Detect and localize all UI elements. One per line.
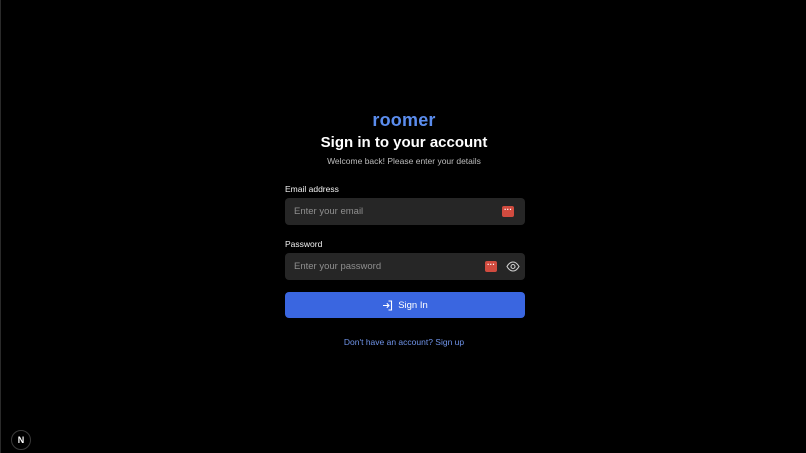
sign-in-page: roomer Sign in to your account Welcome b… (0, 0, 806, 453)
email-label: Email address (285, 184, 339, 194)
email-input[interactable] (285, 198, 475, 225)
eye-icon[interactable] (506, 260, 520, 273)
page-title: Sign in to your account (320, 134, 488, 151)
password-label: Password (285, 239, 323, 249)
login-icon (382, 299, 393, 311)
sign-up-link[interactable]: Don't have an account? Sign up (1, 336, 806, 348)
page-subtitle: Welcome back! Please enter your details (327, 156, 481, 166)
nextjs-logo-icon[interactable]: N (11, 430, 31, 450)
email-field-container: ··· (285, 198, 525, 225)
password-manager-icon[interactable]: ··· (502, 206, 514, 217)
brand-logo: roomer (372, 110, 436, 130)
password-manager-icon[interactable]: ··· (485, 261, 497, 272)
sign-in-button[interactable]: Sign In (285, 292, 525, 318)
password-field-container: ··· (285, 253, 525, 280)
sign-in-button-label: Sign In (398, 299, 428, 311)
password-input[interactable] (285, 253, 475, 280)
